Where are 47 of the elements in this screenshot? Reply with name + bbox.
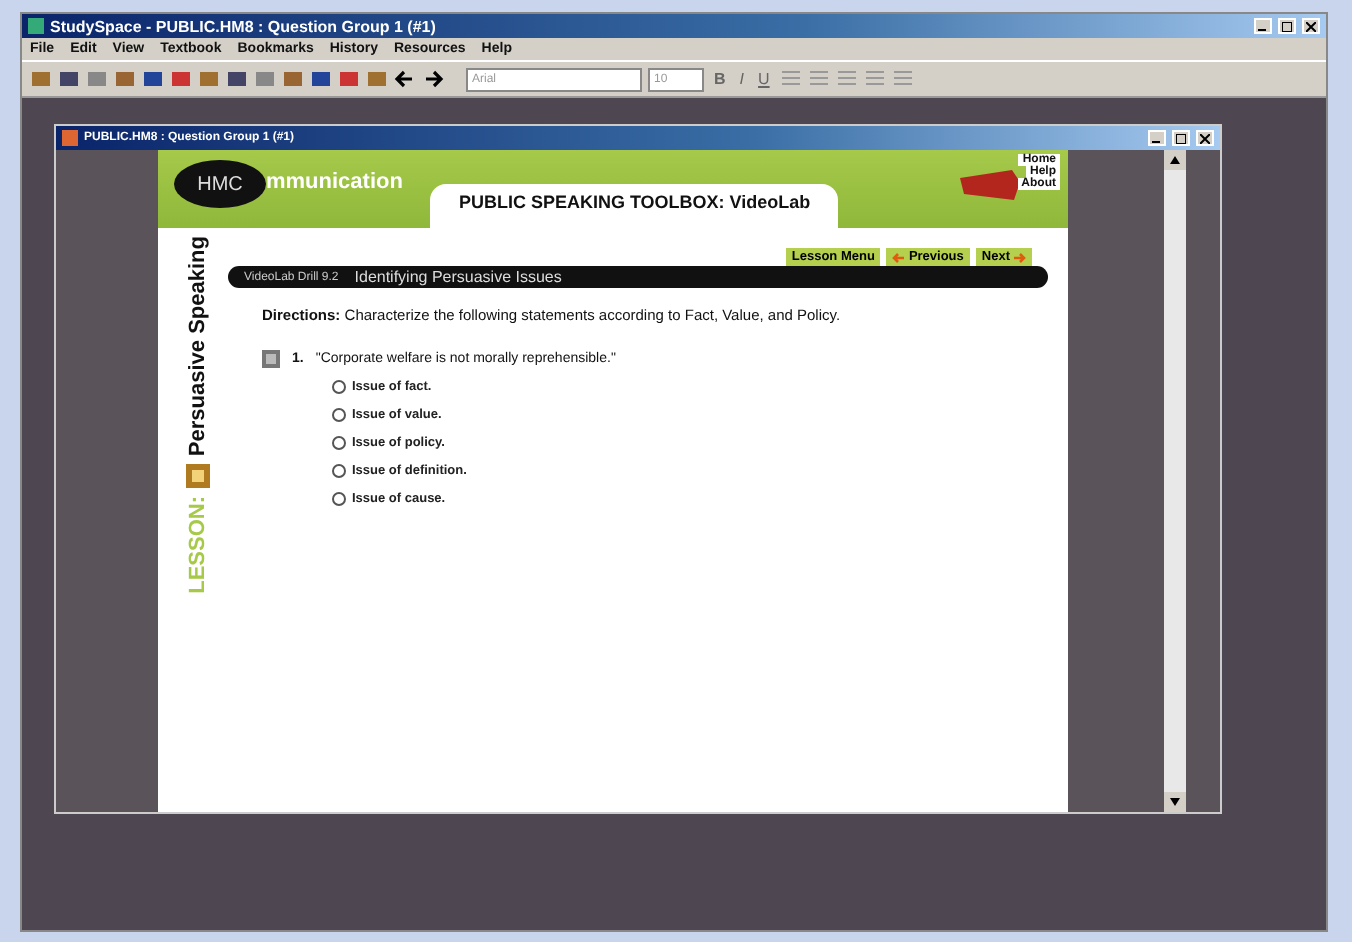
logo-bubble: HMC — [174, 160, 266, 208]
toolbar-icon[interactable] — [198, 68, 220, 90]
minimize-button[interactable] — [1254, 18, 1272, 34]
document-icon — [62, 130, 78, 146]
toolbar-icon[interactable] — [170, 68, 192, 90]
chest-icon — [956, 166, 1024, 202]
maximize-button[interactable] — [1278, 18, 1296, 34]
radio-button[interactable] — [332, 492, 346, 506]
toolbar-icon[interactable] — [58, 68, 80, 90]
scroll-down-button[interactable] — [1164, 792, 1186, 812]
toolbar-icon[interactable] — [338, 68, 360, 90]
lesson-name: Persuasive Speaking — [186, 236, 210, 457]
forward-arrow-icon[interactable] — [422, 68, 444, 90]
close-button[interactable] — [1196, 130, 1214, 146]
app-icon — [28, 18, 44, 34]
lesson-label: LESSON: — [186, 496, 210, 594]
toolbar-icon[interactable] — [226, 68, 248, 90]
maximize-icon — [1282, 21, 1292, 31]
maximize-button[interactable] — [1172, 130, 1190, 146]
down-arrow-icon — [1170, 798, 1180, 806]
format-button[interactable]: U — [754, 70, 774, 88]
lesson-icon — [186, 464, 210, 489]
minimize-button[interactable] — [1148, 130, 1166, 146]
forward-arrow-icon — [1014, 251, 1026, 263]
toolbar-icon[interactable] — [282, 68, 304, 90]
maximize-icon — [1176, 133, 1186, 143]
up-arrow-icon — [1170, 156, 1180, 164]
drill-title: Identifying Persuasive Issues — [354, 268, 562, 286]
toolbar-icon[interactable] — [114, 68, 136, 90]
radio-button[interactable] — [332, 408, 346, 422]
close-button[interactable] — [1302, 18, 1320, 34]
toolbar-icon[interactable] — [142, 68, 164, 90]
toolbar-icon[interactable] — [310, 68, 332, 90]
scrollbar[interactable] — [1164, 150, 1186, 812]
window-title: StudySpace - PUBLIC.HM8 : Question Group 1 (#1) — [50, 17, 438, 35]
close-icon — [1200, 133, 1210, 143]
scroll-up-button[interactable] — [1164, 150, 1186, 170]
close-icon — [1306, 21, 1316, 31]
back-arrow-icon[interactable] — [394, 68, 416, 90]
format-button[interactable]: I — [735, 70, 749, 88]
radio-button[interactable] — [332, 380, 346, 394]
radio-button[interactable] — [332, 464, 346, 478]
back-arrow-icon — [892, 251, 905, 263]
radio-button[interactable] — [332, 436, 346, 450]
toolbar-icon[interactable] — [30, 68, 52, 90]
format-button[interactable]: B — [710, 70, 730, 88]
logo-text: mmunication — [266, 170, 403, 194]
